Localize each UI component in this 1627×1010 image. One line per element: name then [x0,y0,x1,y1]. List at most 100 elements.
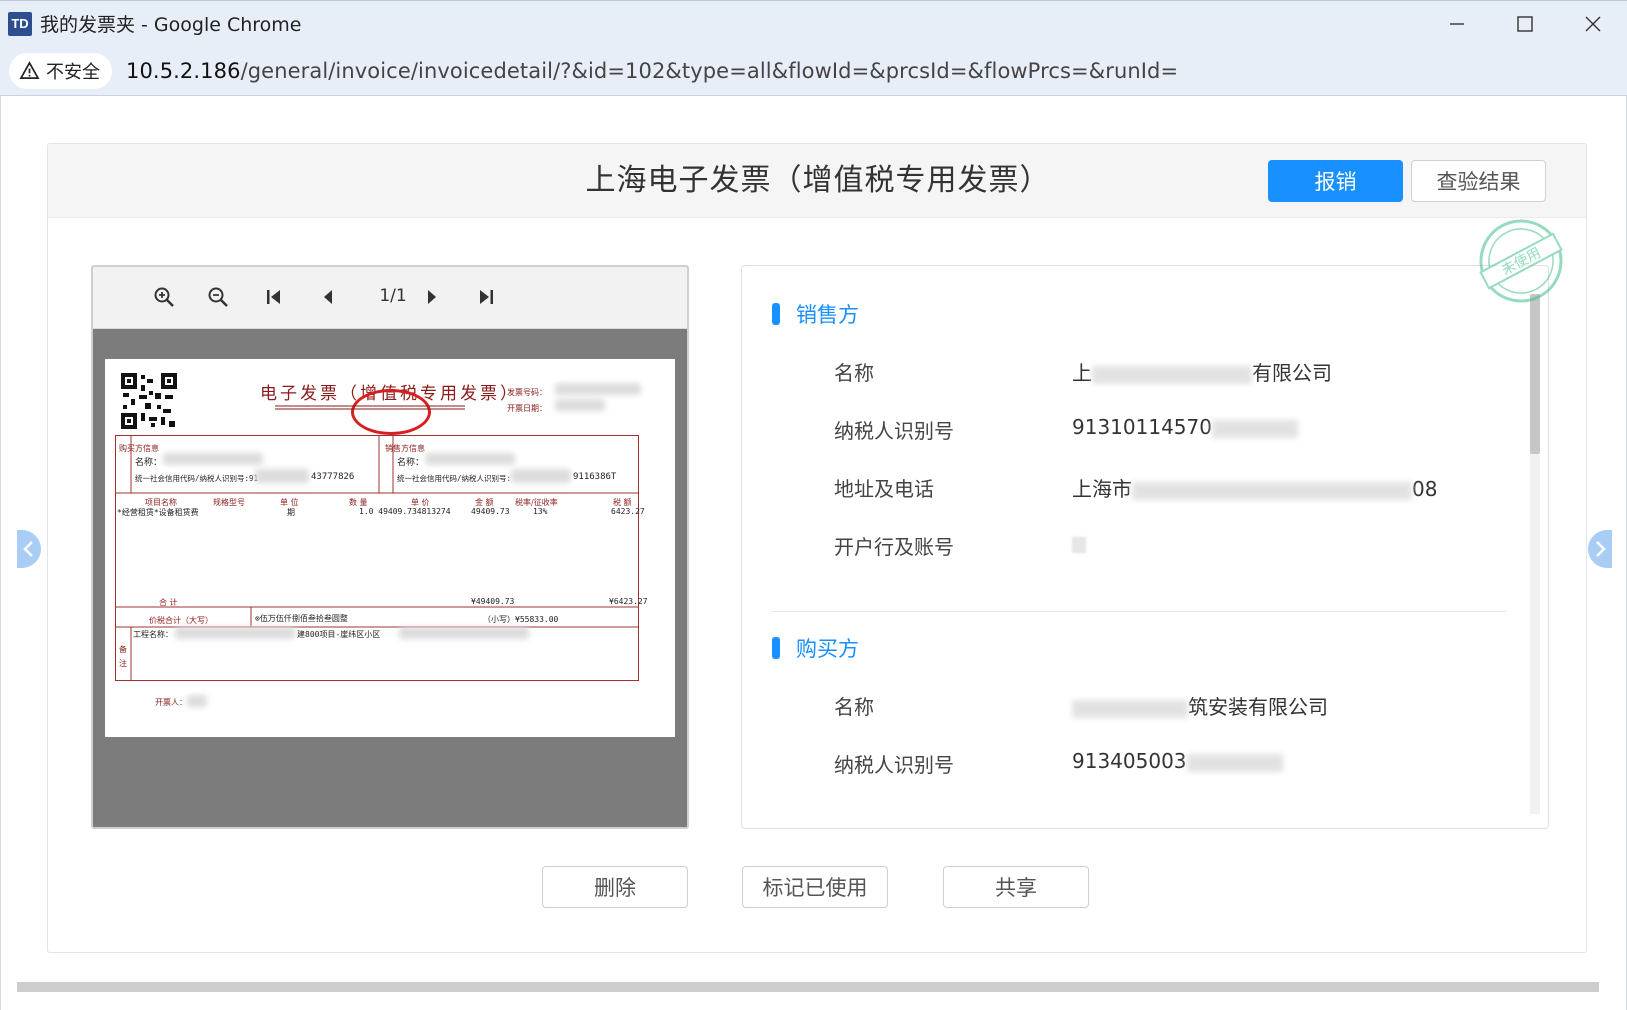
seller-address-tail: 08 [1412,477,1438,501]
seller-name-value: 上 有限公司 [1072,357,1332,386]
warning-icon [19,61,40,79]
item-amount: 49409.73 [471,507,510,516]
item-name: *经营租赁*设备租赁费 [117,508,199,517]
redacted-buyer-tax-id [255,469,309,483]
seller-tax-id-text: 91310114570 [1072,415,1212,439]
reimburse-button[interactable]: 报销 [1268,160,1403,202]
seller-address-head: 上海市 [1072,477,1132,501]
issue-date-label: 开票日期： [507,404,547,413]
window-titlebar: TD 我的发票夹 - Google Chrome [0,0,1627,46]
mark-used-button[interactable]: 标记已使用 [742,866,888,908]
seller-address-value: 上海市 08 [1072,473,1437,502]
viewer-toolbar: 1/1 [93,267,687,329]
invoice-viewer: 1/1 电子发票（增值税专用发票） 发票号码： 开票日期： 购买方信息 名称： … [91,265,689,829]
qr-code [121,373,177,429]
page-indicator: 1/1 [379,286,407,306]
first-page-icon [267,290,280,304]
url-field[interactable]: 10.5.2.186/general/invoice/invoicedetail… [126,59,1178,83]
total-small: （小写）¥55833.00 [483,615,559,624]
maximize-button[interactable] [1491,1,1559,47]
redacted-seller-bank [1072,537,1086,553]
last-page-button[interactable] [473,284,499,310]
section-marker [772,303,780,325]
address-bar: 不安全 10.5.2.186/general/invoice/invoicede… [0,46,1627,96]
zoom-in-button[interactable] [151,284,177,310]
seller-name-label: 名称 [834,361,874,385]
buyer-name-tail: 筑安装有限公司 [1188,695,1328,719]
buyer-side-label: 购买方信息 [119,444,159,453]
chevron-left-icon [23,541,33,557]
delete-button[interactable]: 删除 [542,866,688,908]
item-tax: 6423.27 [611,507,645,516]
window-controls [1423,1,1627,47]
app-icon: TD [8,11,32,36]
remark-text-2: 建800项目-崖纬区小区 [297,630,381,639]
chevron-right-icon [1596,541,1606,557]
buyer-tax-id-tail: 43777826 [311,472,355,482]
buyer-name-value: 筑安装有限公司 [1072,691,1328,720]
total-tax: ¥6423.27 [609,597,648,606]
zoom-out-button[interactable] [205,284,231,310]
seller-section-header: 销售方 [772,299,859,329]
prev-page-button[interactable] [315,284,341,310]
buyer-name-label: 名称： [135,458,163,468]
seller-tax-id-label: 纳税人识别号 [834,419,954,443]
redacted-remark [175,627,295,639]
invoice-card: 上海电子发票（增值税专用发票） 报销 查验结果 1/1 电子发票（增值税专用发票… [47,143,1587,953]
total-amount: ¥49409.73 [471,597,515,606]
previous-invoice-button[interactable] [17,530,41,568]
first-page-button[interactable] [261,284,287,310]
security-indicator[interactable]: 不安全 [9,52,112,89]
buyer-section-title: 购买方 [796,637,859,661]
url-path: /general/invoice/invoicedetail/?&id=102&… [240,58,1179,83]
total-in-words: ⊗伍万伍仟捌佰叁拾叁圆整 [255,614,348,623]
invoice-image: 电子发票（增值税专用发票） 发票号码： 开票日期： 购买方信息 名称： 统一社会… [105,359,675,737]
share-button[interactable]: 共享 [943,866,1089,908]
seller-bank-label: 开户行及账号 [834,535,954,559]
seller-side-label: 销售方信息 [385,444,425,453]
seller-name-tail: 有限公司 [1252,361,1332,385]
redacted-buyer-tax-id [1186,753,1283,772]
total-label: 合 计 [159,598,178,607]
zoom-in-icon [154,287,174,307]
section-divider [772,611,1507,612]
redacted-remark-2 [399,627,529,639]
close-window-button[interactable] [1559,1,1627,47]
close-icon [1585,16,1601,32]
section-marker [772,637,780,659]
page-content: 上海电子发票（增值税专用发票） 报销 查验结果 1/1 电子发票（增值税专用发票… [0,96,1627,1010]
item-unit: 期 [287,508,295,517]
next-page-icon [428,290,436,304]
invoice-number-label: 发票号码： [507,388,547,397]
invoice-seal [351,389,431,435]
next-invoice-button[interactable] [1588,530,1612,568]
buyer-tax-id-value: 913405003 [1072,749,1283,773]
zoom-out-icon [208,287,228,307]
minimize-button[interactable] [1423,1,1491,47]
security-label: 不安全 [46,61,100,83]
detail-scrollbar-thumb[interactable] [1530,294,1540,454]
status-stamp-text: 未使用 [1499,244,1544,279]
buyer-section-header: 购买方 [772,633,859,663]
horizontal-scrollbar[interactable] [17,982,1599,992]
redacted-buyer-name [1072,699,1188,718]
item-qty-price: 1.0 49409.734813274 [359,507,451,516]
buyer-tax-id-label: 纳税人识别号 [834,753,954,777]
total-in-words-label: 价税合计（大写） [149,616,213,625]
next-page-button[interactable] [419,284,445,310]
item-tax-rate: 13% [533,507,548,516]
prev-page-icon [324,290,332,304]
card-header: 上海电子发票（增值税专用发票） 报销 查验结果 [48,144,1586,218]
buyer-tax-id-label: 统一社会信用代码/纳税人识别号:91 [135,474,259,483]
seller-section-title: 销售方 [796,303,859,327]
redacted-issuer [187,695,207,707]
redacted-seller-address [1132,481,1412,500]
redacted-seller-tax-id [511,469,571,483]
redacted-seller-tax-id [1211,419,1298,438]
seller-name-head: 上 [1072,361,1092,385]
col-spec: 规格型号 [213,498,245,507]
redacted-seller-name [425,453,515,465]
buyer-tax-id-text: 913405003 [1072,749,1187,773]
verify-result-button[interactable]: 查验结果 [1411,160,1546,202]
window-title: 我的发票夹 - Google Chrome [40,14,302,36]
